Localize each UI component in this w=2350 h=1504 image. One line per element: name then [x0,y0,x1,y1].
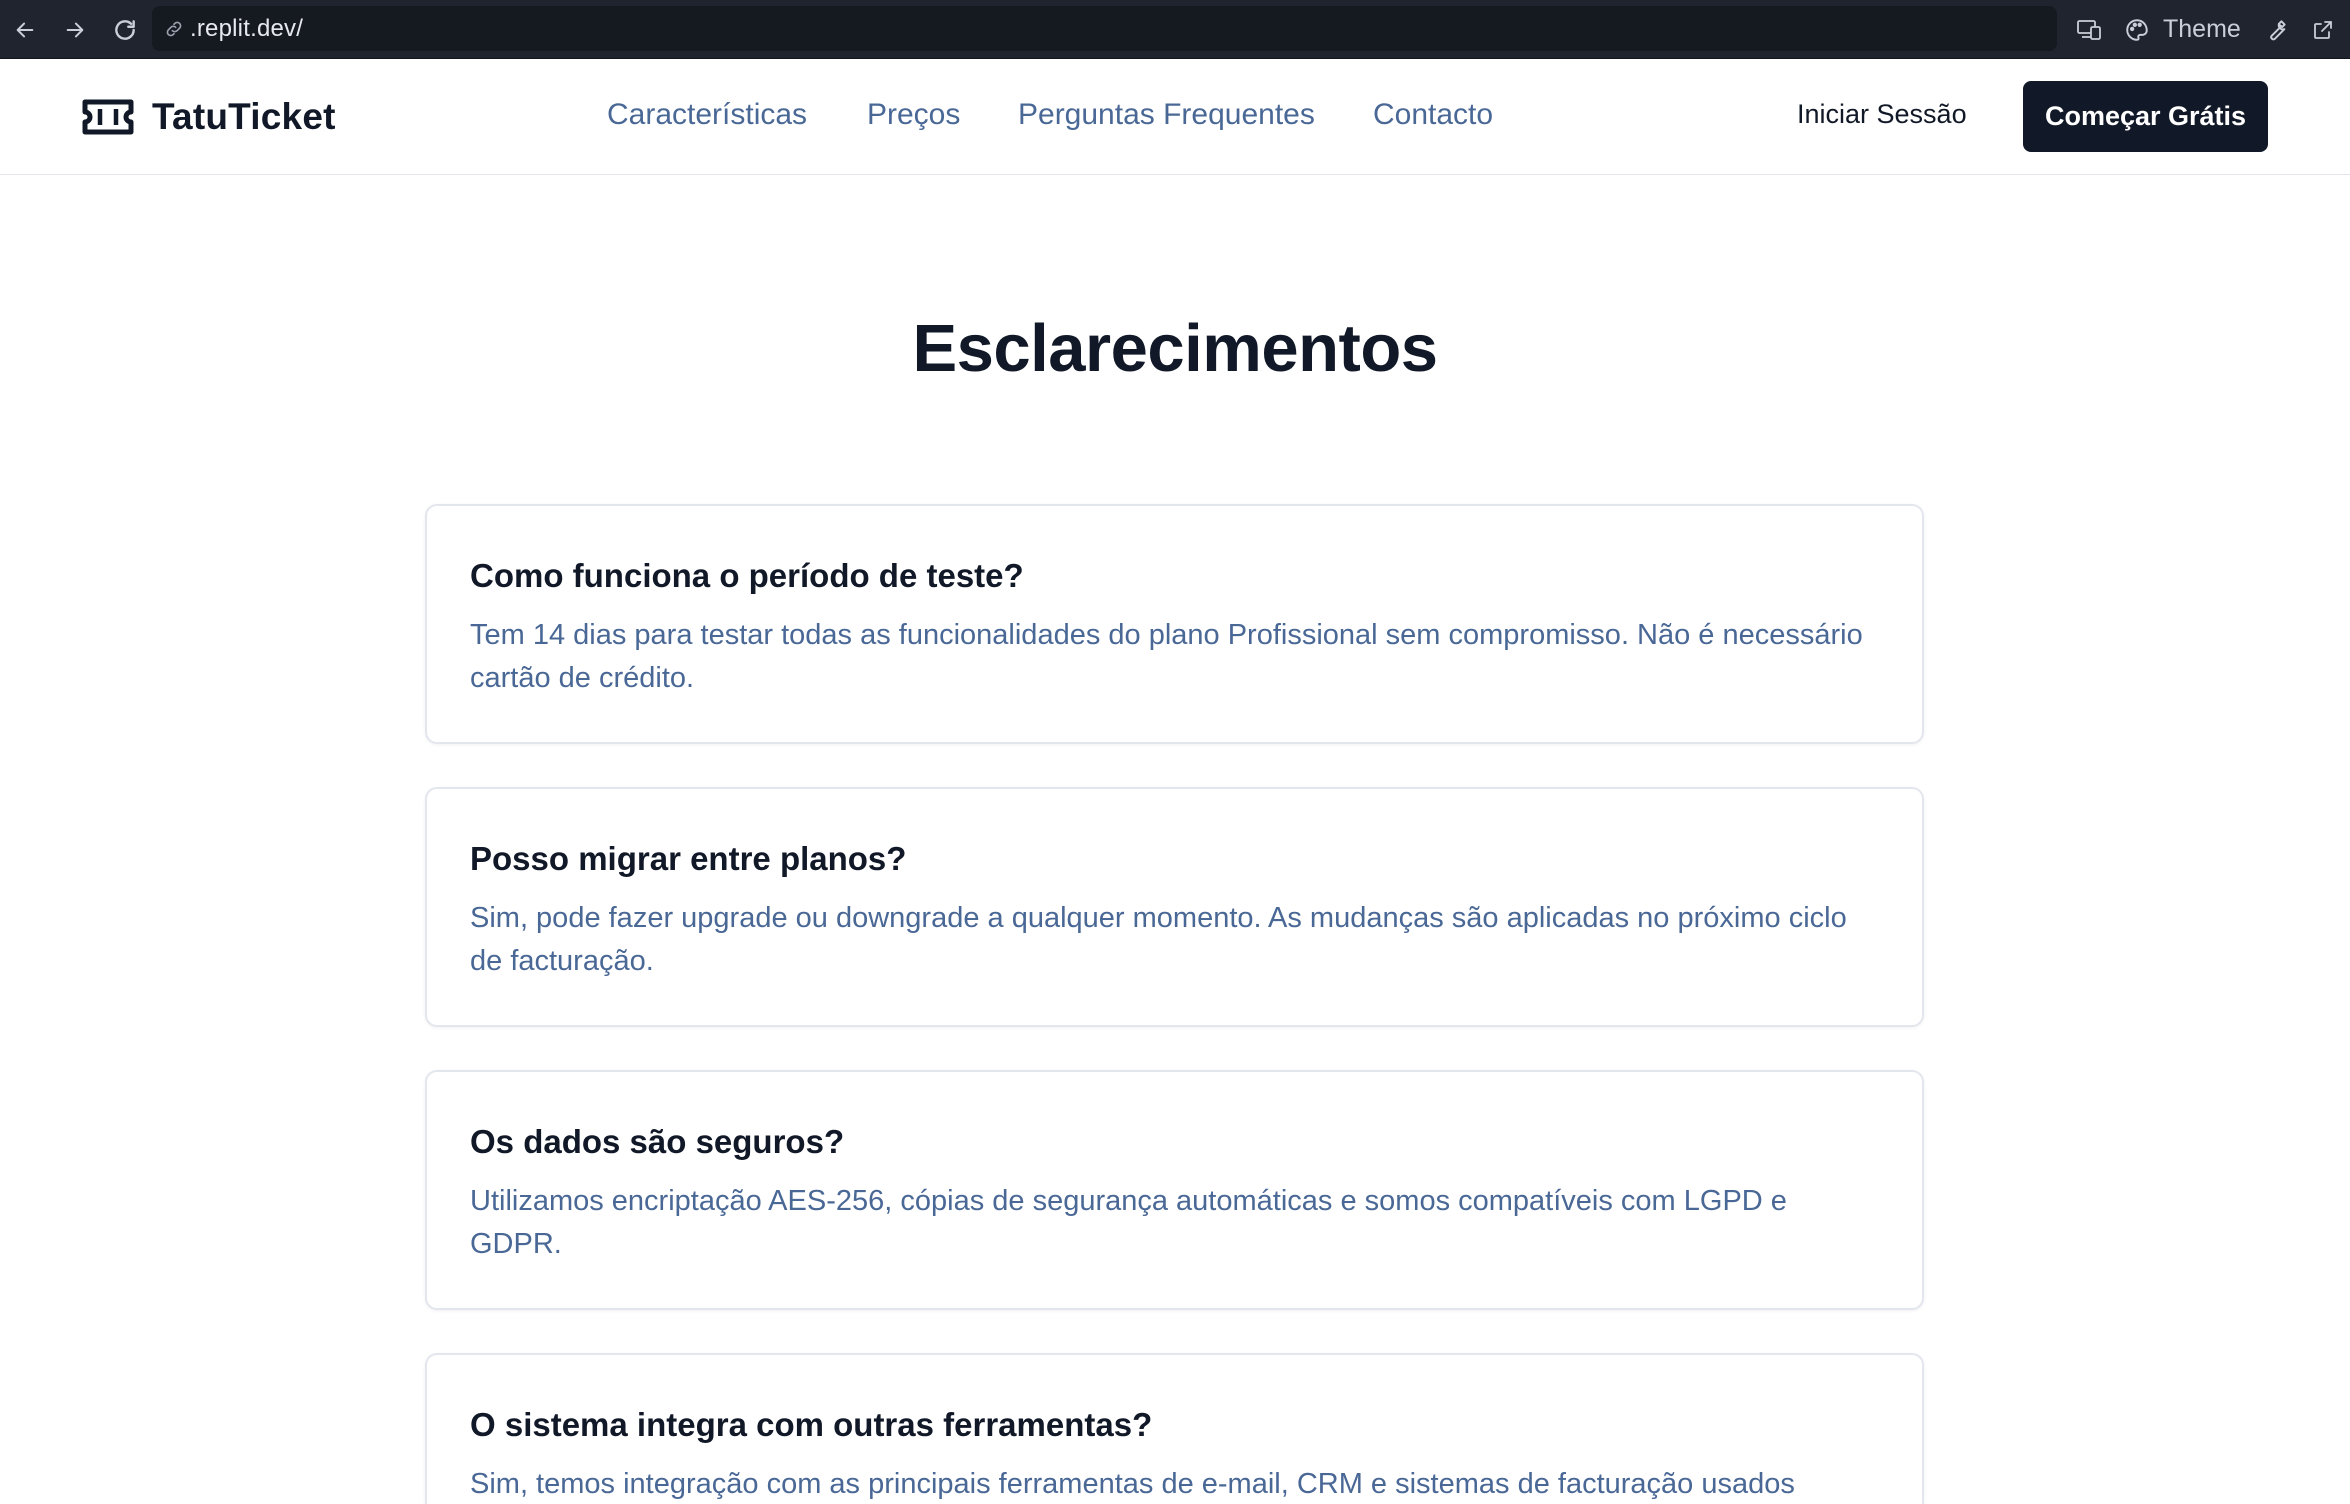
faq-item: O sistema integra com outras ferramentas… [425,1353,1924,1504]
faq-question: O sistema integra com outras ferramentas… [470,1406,1153,1443]
nav-link-perguntas-frequentes[interactable]: Perguntas Frequentes [1018,98,1315,132]
page-title: Esclarecimentos [912,311,1438,386]
faq-item: Como funciona o período de teste? Tem 14… [425,504,1924,744]
site-header: TatuTicket Características Preços Pergun… [0,59,2350,175]
faq-item: Posso migrar entre planos? Sim, pode faz… [425,787,1924,1027]
address-bar[interactable]: .replit.dev/ [152,6,2057,51]
reload-icon[interactable] [108,0,142,59]
theme-label[interactable]: Theme [2163,0,2241,59]
faq-question: Posso migrar entre planos? [470,840,907,877]
wrench-icon[interactable] [2261,0,2291,59]
browser-toolbar: .replit.dev/ Theme [0,0,2350,59]
palette-icon[interactable] [2122,0,2152,59]
faq-answer: Sim, temos integração com as principais … [470,1468,1795,1500]
faq-question: Como funciona o período de teste? [470,557,1024,594]
url-text: .replit.dev/ [190,14,304,42]
start-free-button[interactable]: Começar Grátis [2023,81,2268,152]
nav-link-precos[interactable]: Preços [867,98,960,132]
external-link-icon[interactable] [2308,0,2338,59]
nav-link-contacto[interactable]: Contacto [1373,98,1493,132]
faq-answer: Utilizamos encriptação AES-256, cópias d… [470,1185,1787,1260]
faq-answer: Tem 14 dias para testar todas as funcion… [470,619,1863,694]
devices-icon[interactable] [2074,0,2104,59]
arrow-right-icon[interactable] [58,0,92,59]
link-icon [164,19,184,39]
main-nav: Características Preços Perguntas Frequen… [0,59,2350,175]
arrow-left-icon[interactable] [8,0,42,59]
faq-item: Os dados são seguros? Utilizamos encript… [425,1070,1924,1310]
faq-question: Os dados são seguros? [470,1123,845,1160]
nav-link-caracteristicas[interactable]: Características [607,98,807,132]
login-link[interactable]: Iniciar Sessão [1797,99,1967,130]
faq-answer: Sim, pode fazer upgrade ou downgrade a q… [470,902,1847,977]
